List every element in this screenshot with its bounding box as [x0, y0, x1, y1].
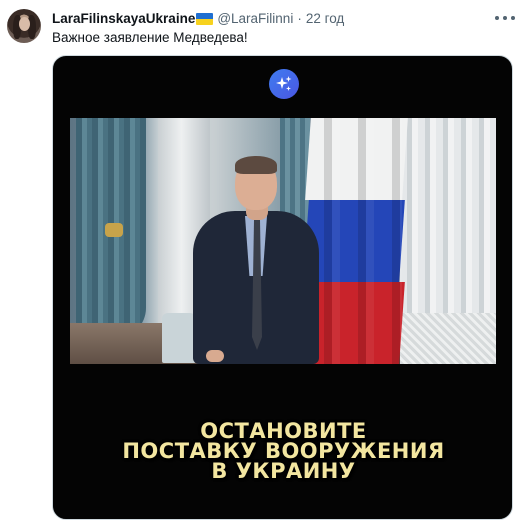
chair: [162, 313, 196, 363]
ukraine-flag-icon: [196, 13, 214, 25]
author-name[interactable]: LaraFilinskayaUkraine: [52, 10, 195, 28]
separator-dot: ·: [297, 11, 302, 26]
speaker-hair: [235, 156, 277, 174]
caption-line: В УКРАИНУ: [211, 459, 356, 483]
tweet-header: LaraFilinskayaUkraine @LaraFilinni · 22 …: [52, 10, 344, 28]
sparkle-glyph: [276, 76, 292, 91]
sheer-curtain: [400, 118, 496, 318]
video-caption: ОСТАНОВИТЕ ПОСТАВКУ ВООРУЖЕНИЯ В УКРАИНУ: [53, 419, 512, 483]
caption-line: ПОСТАВКУ ВООРУЖЕНИЯ: [122, 439, 445, 463]
tweet-text: Важное заявление Медведева!: [52, 30, 248, 45]
avatar[interactable]: [7, 9, 41, 43]
more-dot: [495, 16, 499, 20]
avatar-face: [19, 17, 30, 31]
more-options-icon[interactable]: [495, 10, 515, 26]
flag-folds: [306, 118, 402, 364]
more-dot: [503, 16, 507, 20]
radiator-panel: [400, 313, 496, 364]
tweet-media[interactable]: ОСТАНОВИТЕ ПОСТАВКУ ВООРУЖЕНИЯ В УКРАИНУ: [52, 55, 513, 520]
caption-line: ОСТАНОВИТЕ: [200, 419, 367, 443]
ai-sparkle-icon: [269, 69, 299, 99]
speaker-hand: [206, 350, 224, 362]
tweet-timestamp[interactable]: 22 год: [306, 10, 344, 28]
author-handle[interactable]: @LaraFilinni: [217, 10, 293, 28]
more-dot: [511, 16, 515, 20]
video-frame[interactable]: [70, 118, 496, 364]
tweet-card[interactable]: LaraFilinskayaUkraine @LaraFilinni · 22 …: [0, 0, 522, 524]
curtain-tieback: [105, 223, 123, 237]
